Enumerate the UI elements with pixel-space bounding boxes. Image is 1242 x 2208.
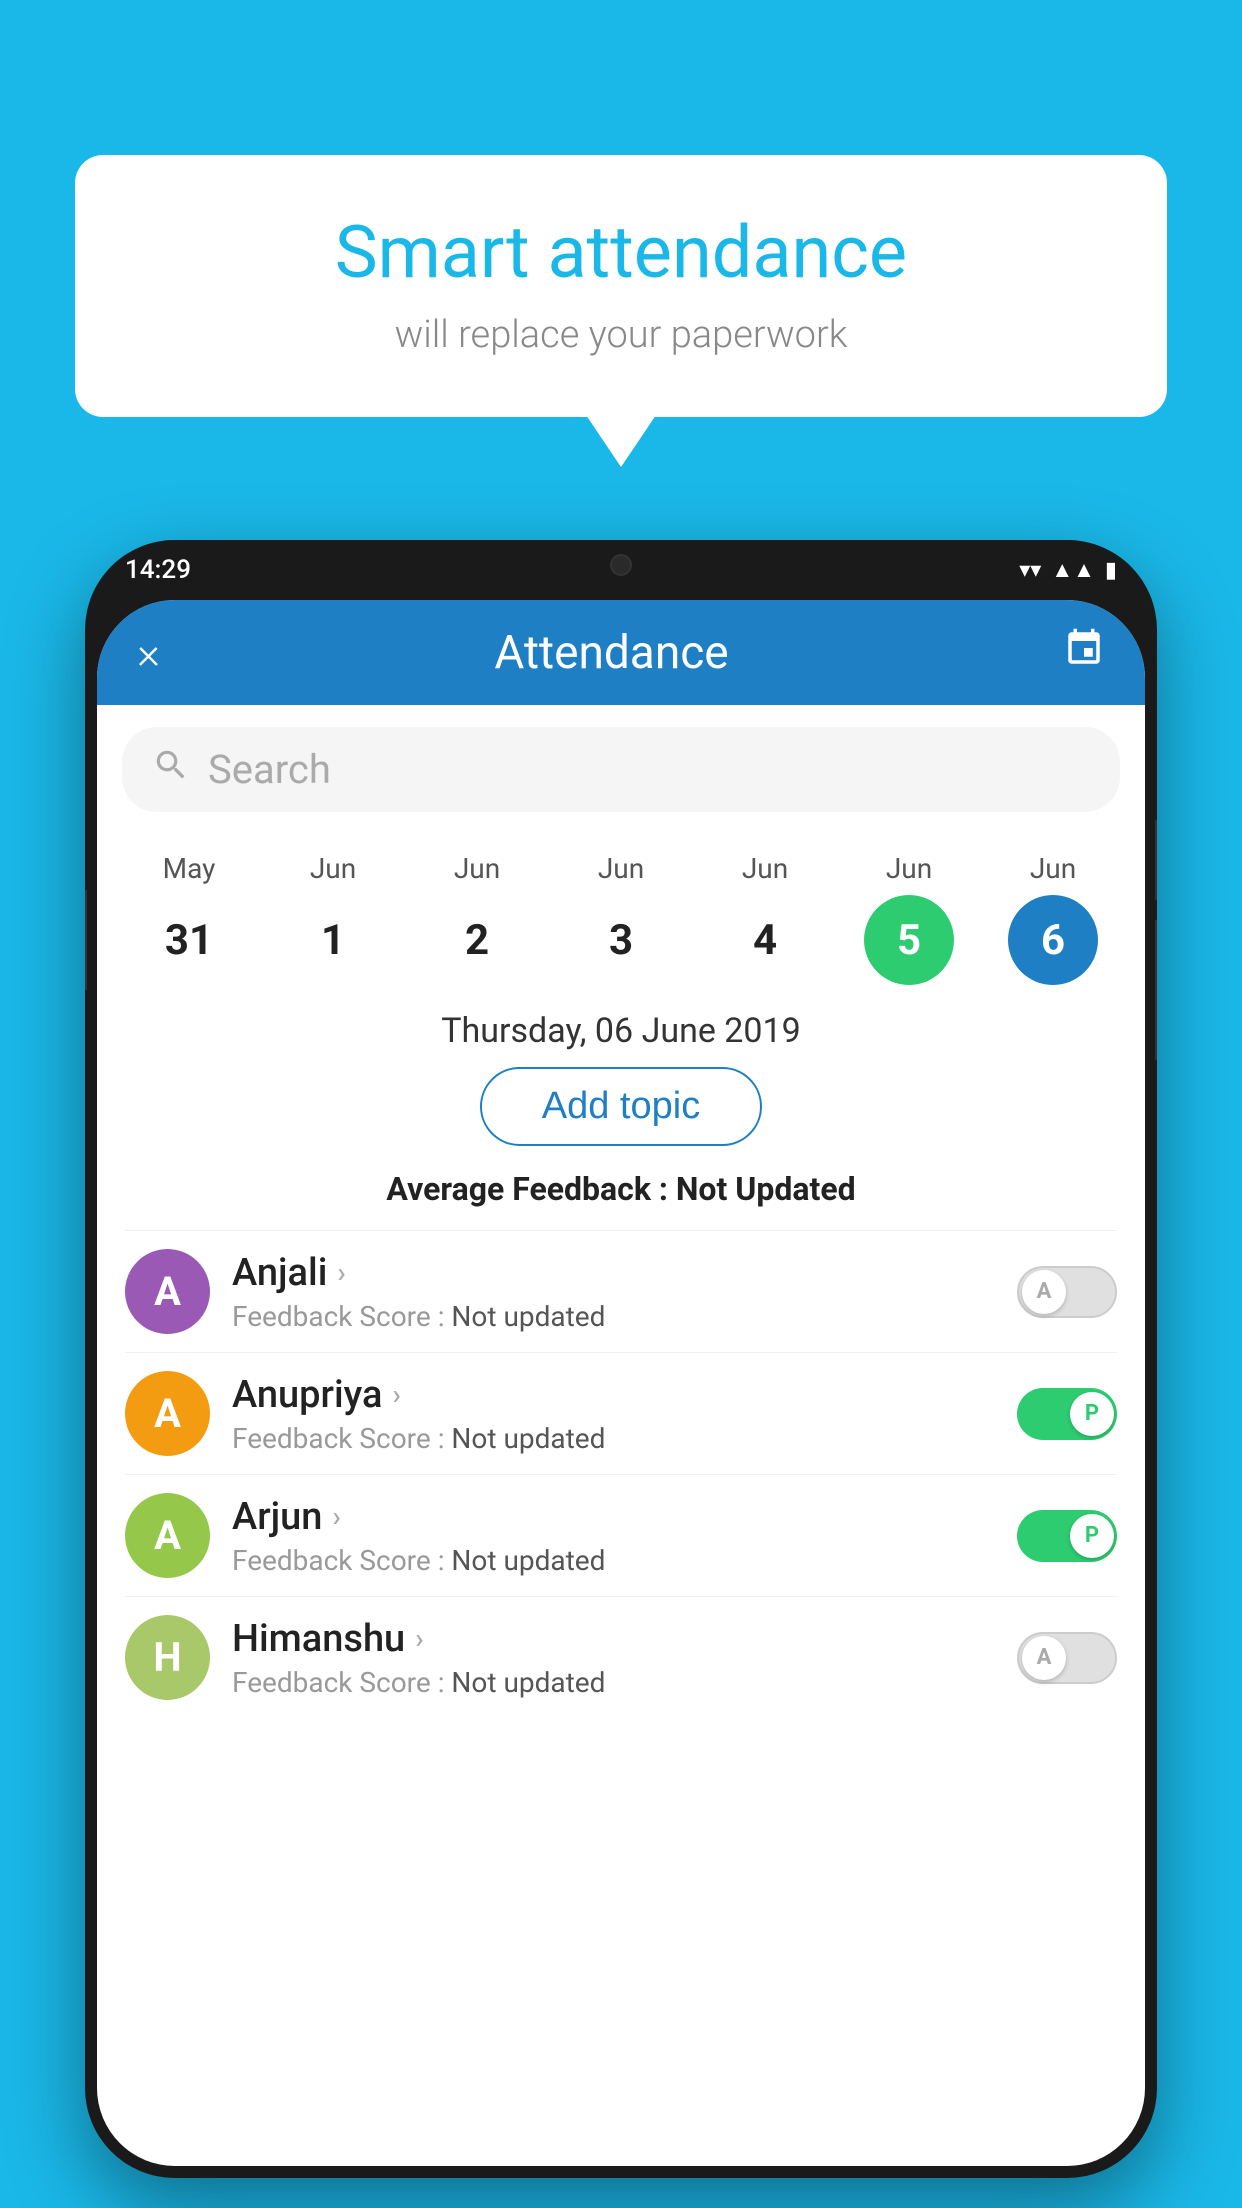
student-item-1[interactable]: A Anupriya › Feedback Score : Not updated P xyxy=(125,1352,1117,1474)
calendar-col-5[interactable]: Jun 5 xyxy=(849,852,969,985)
avg-feedback-value: Not Updated xyxy=(676,1170,856,1208)
student-name-3: Himanshu › xyxy=(232,1617,1017,1661)
cal-month-4: Jun xyxy=(742,852,788,885)
bubble-subtitle: will replace your paperwork xyxy=(135,313,1107,357)
calendar-col-1[interactable]: Jun 1 xyxy=(273,852,393,985)
student-avatar-0: A xyxy=(125,1249,210,1334)
toggle-knob-3: A xyxy=(1022,1636,1066,1680)
student-item-0[interactable]: AAnjali ›Feedback Score : Not updatedA xyxy=(125,1230,1117,1352)
power-button xyxy=(1155,820,1157,900)
speech-bubble: Smart attendance will replace your paper… xyxy=(75,155,1167,417)
volume-button xyxy=(85,890,87,990)
attendance-toggle-2[interactable]: P xyxy=(1017,1510,1117,1562)
attendance-toggle-0[interactable]: A xyxy=(1017,1266,1117,1318)
cal-day-3[interactable]: 3 xyxy=(576,895,666,985)
student-feedback-1: Feedback Score : Not updated xyxy=(232,1422,1017,1455)
volume-down-button xyxy=(1155,920,1157,1060)
student-name-0: Anjali › xyxy=(232,1251,1017,1295)
student-item-3[interactable]: H Himanshu › Feedback Score : Not updatedA xyxy=(125,1596,1117,1718)
cal-month-3: Jun xyxy=(598,852,644,885)
toggle-knob-2: P xyxy=(1070,1514,1114,1558)
cal-day-6[interactable]: 6 xyxy=(1008,895,1098,985)
selected-date: Thursday, 06 June 2019 xyxy=(97,1011,1145,1051)
calendar-row: May 31 Jun 1 Jun 2 Jun 3 Jun 4 Jun 5 Jun 6 xyxy=(97,834,1145,993)
wifi-icon: ▾▾ xyxy=(1019,558,1041,583)
student-item-2[interactable]: A Arjun › Feedback Score : Not updated P xyxy=(125,1474,1117,1596)
student-feedback-3: Feedback Score : Not updated xyxy=(232,1666,1017,1699)
calendar-col-3[interactable]: Jun 3 xyxy=(561,852,681,985)
background: Smart attendance will replace your paper… xyxy=(0,0,1242,2208)
cal-day-5[interactable]: 5 xyxy=(864,895,954,985)
student-list: AAnjali ›Feedback Score : Not updatedAAA… xyxy=(97,1230,1145,1718)
average-feedback: Average Feedback : Not Updated xyxy=(97,1170,1145,1208)
calendar-col-6[interactable]: Jun 6 xyxy=(993,852,1113,985)
notch xyxy=(561,540,681,588)
attendance-toggle-1[interactable]: P xyxy=(1017,1388,1117,1440)
student-info-2: Arjun › Feedback Score : Not updated xyxy=(232,1495,1017,1577)
cal-day-0[interactable]: 31 xyxy=(144,895,234,985)
student-avatar-1: A xyxy=(125,1371,210,1456)
chevron-icon: › xyxy=(332,1500,340,1533)
cal-month-2: Jun xyxy=(454,852,500,885)
cal-month-1: Jun xyxy=(310,852,356,885)
student-name-1: Anupriya › xyxy=(232,1373,1017,1417)
student-info-1: Anupriya › Feedback Score : Not updated xyxy=(232,1373,1017,1455)
student-feedback-2: Feedback Score : Not updated xyxy=(232,1544,1017,1577)
chevron-icon: › xyxy=(415,1622,423,1655)
header-title: Attendance xyxy=(494,626,728,680)
search-placeholder: Search xyxy=(208,746,331,793)
toggle-knob-1: P xyxy=(1070,1392,1114,1436)
student-avatar-2: A xyxy=(125,1493,210,1578)
calendar-col-4[interactable]: Jun 4 xyxy=(705,852,825,985)
battery-icon: ▮ xyxy=(1105,558,1117,583)
status-time: 14:29 xyxy=(125,555,191,585)
phone-frame: 14:29 ▾▾ ▲▲ ▮ × Attendance xyxy=(85,540,1157,2178)
cal-month-5: Jun xyxy=(886,852,932,885)
signal-icon: ▲▲ xyxy=(1051,557,1095,583)
calendar-col-0[interactable]: May 31 xyxy=(129,852,249,985)
cal-day-1[interactable]: 1 xyxy=(288,895,378,985)
attendance-toggle-3[interactable]: A xyxy=(1017,1632,1117,1684)
phone-screen: × Attendance Search xyxy=(97,600,1145,2166)
status-icons: ▾▾ ▲▲ ▮ xyxy=(1019,557,1117,583)
student-info-3: Himanshu › Feedback Score : Not updated xyxy=(232,1617,1017,1699)
student-avatar-3: H xyxy=(125,1615,210,1700)
calendar-col-2[interactable]: Jun 2 xyxy=(417,852,537,985)
toggle-knob-0: A xyxy=(1022,1270,1066,1314)
add-topic-button[interactable]: Add topic xyxy=(480,1067,762,1146)
avg-feedback-label: Average Feedback : xyxy=(386,1170,675,1208)
student-info-0: Anjali › Feedback Score : Not updated xyxy=(232,1251,1017,1333)
chevron-icon: › xyxy=(337,1256,345,1289)
cal-day-4[interactable]: 4 xyxy=(720,895,810,985)
calendar-icon[interactable] xyxy=(1063,627,1105,679)
student-name-2: Arjun › xyxy=(232,1495,1017,1539)
cal-month-0: May xyxy=(163,852,216,885)
search-bar[interactable]: Search xyxy=(122,727,1120,812)
camera xyxy=(610,554,632,576)
chevron-icon: › xyxy=(392,1378,400,1411)
search-icon xyxy=(152,746,190,794)
app-header: × Attendance xyxy=(97,600,1145,705)
student-feedback-0: Feedback Score : Not updated xyxy=(232,1300,1017,1333)
close-button[interactable]: × xyxy=(137,627,160,679)
cal-month-6: Jun xyxy=(1030,852,1076,885)
cal-day-2[interactable]: 2 xyxy=(432,895,522,985)
bubble-title: Smart attendance xyxy=(135,210,1107,295)
